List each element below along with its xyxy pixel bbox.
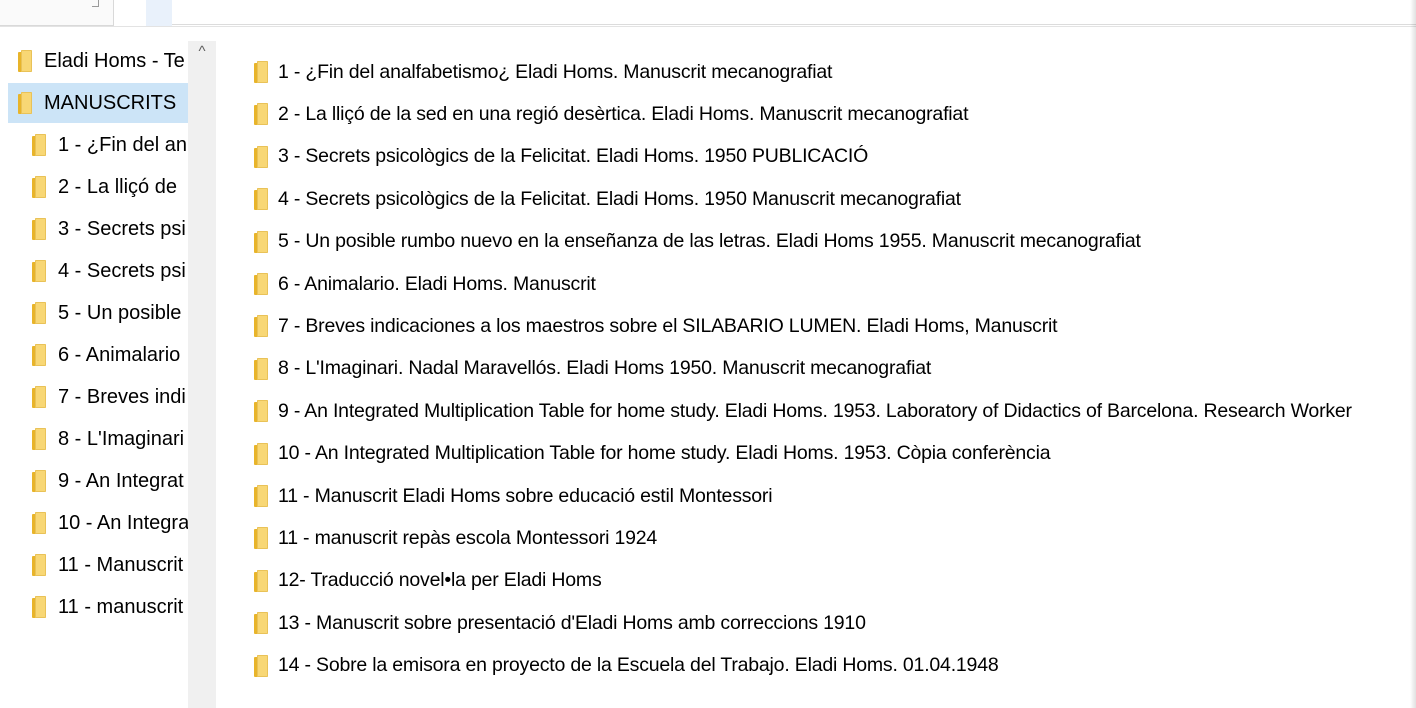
folder-icon — [254, 230, 268, 253]
nav-item[interactable]: 10 - An Integra — [8, 503, 188, 543]
nav-item[interactable]: 11 - Manuscrit — [8, 545, 188, 585]
folder-item[interactable]: 5 - Un posible rumbo nuevo en la enseñan… — [254, 224, 1141, 260]
nav-item-label: MANUSCRITS — [44, 91, 177, 114]
nav-item[interactable]: 7 - Breves indi — [8, 377, 188, 417]
folder-name: 6 - Animalario. Eladi Homs. Manuscrit — [278, 272, 596, 295]
nav-item[interactable]: Eladi Homs - Te — [8, 41, 188, 81]
folder-item[interactable]: 12- Traducció novel•la per Eladi Homs — [254, 563, 602, 599]
folder-icon — [32, 470, 46, 492]
folder-icon — [254, 357, 268, 380]
folder-icon — [32, 218, 46, 240]
folder-icon — [32, 386, 46, 408]
folder-icon — [32, 344, 46, 366]
tab-edge[interactable] — [0, 0, 114, 26]
folder-icon — [32, 134, 46, 156]
folder-item[interactable]: 7 - Breves indicaciones a los maestros s… — [254, 308, 1058, 344]
folder-item[interactable]: 1 - ¿Fin del analfabetismo¿ Eladi Homs. … — [254, 54, 832, 90]
tab-corner-mark — [92, 0, 99, 7]
folder-item[interactable]: 13 - Manuscrit sobre presentació d'Eladi… — [254, 605, 866, 641]
folder-name: 11 - manuscrit repàs escola Montessori 1… — [278, 526, 658, 549]
nav-item-label: 5 - Un posible — [58, 301, 182, 324]
folder-name: 10 - An Integrated Multiplication Table … — [278, 442, 1051, 465]
nav-item[interactable]: 9 - An Integrat — [8, 461, 188, 501]
nav-item-label: 7 - Breves indi — [58, 385, 186, 408]
folder-name: 9 - An Integrated Multiplication Table f… — [278, 399, 1352, 422]
nav-item-label: 6 - Animalario — [58, 343, 181, 366]
folder-item[interactable]: 10 - An Integrated Multiplication Table … — [254, 436, 1051, 472]
folder-name: 4 - Secrets psicològics de la Felicitat.… — [278, 187, 961, 210]
folder-item[interactable]: 14 - Sobre la emisora en proyecto de la … — [254, 648, 999, 684]
address-chip[interactable] — [146, 0, 172, 26]
folder-icon — [32, 260, 46, 282]
folder-item[interactable]: 4 - Secrets psicològics de la Felicitat.… — [254, 181, 961, 217]
nav-item-label: Eladi Homs - Te — [44, 49, 185, 72]
nav-item-label: 4 - Secrets psi — [58, 259, 186, 282]
folder-item[interactable]: 6 - Animalario. Eladi Homs. Manuscrit — [254, 266, 596, 302]
folder-icon — [254, 654, 268, 677]
nav-item[interactable]: 5 - Un posible — [8, 293, 188, 333]
nav-item[interactable]: 2 - La lliçó de — [8, 167, 188, 207]
nav-item-label: 9 - An Integrat — [58, 469, 184, 492]
nav-item-label: 8 - L'Imaginari — [58, 427, 185, 450]
folder-item[interactable]: 2 - La lliçó de la sed en una regió desè… — [254, 96, 968, 132]
folder-name: 3 - Secrets psicològics de la Felicitat.… — [278, 145, 869, 168]
folder-icon — [18, 92, 32, 114]
folder-name: 14 - Sobre la emisora en proyecto de la … — [278, 654, 999, 677]
folder-name: 7 - Breves indicaciones a los maestros s… — [278, 314, 1058, 337]
nav-item[interactable]: MANUSCRITS — [8, 83, 188, 123]
window-edge-shadow — [1410, 0, 1416, 708]
folder-item[interactable]: 11 - manuscrit repàs escola Montessori 1… — [254, 520, 657, 556]
folder-icon — [32, 512, 46, 534]
nav-item-label: 11 - Manuscrit — [58, 553, 184, 576]
folder-icon — [254, 273, 268, 295]
folder-icon — [32, 596, 46, 618]
folder-icon — [32, 302, 46, 324]
folder-icon — [254, 442, 268, 465]
folder-icon — [18, 50, 32, 72]
folder-icon — [254, 103, 268, 126]
folder-item[interactable]: 3 - Secrets psicològics de la Felicitat.… — [254, 139, 868, 175]
folder-name: 13 - Manuscrit sobre presentació d'Eladi… — [278, 611, 866, 634]
folder-icon — [32, 176, 46, 198]
folder-name: 12- Traducció novel•la per Eladi Homs — [278, 569, 602, 592]
toolbar-divider — [172, 24, 1416, 25]
folder-icon — [32, 428, 46, 450]
nav-item-label: 2 - La lliçó de — [58, 175, 177, 198]
folder-name: 5 - Un posible rumbo nuevo en la enseñan… — [278, 230, 1141, 253]
nav-item-label: 1 - ¿Fin del an — [58, 133, 187, 156]
folder-name: 11 - Manuscrit Eladi Homs sobre educació… — [278, 484, 773, 507]
folder-name: 8 - L'Imaginari. Nadal Maravellós. Eladi… — [278, 357, 932, 380]
scroll-up-arrow-icon[interactable]: ^ — [193, 43, 211, 61]
folder-icon — [254, 612, 268, 635]
folder-item[interactable]: 8 - L'Imaginari. Nadal Maravellós. Eladi… — [254, 351, 931, 387]
folder-icon — [254, 315, 268, 338]
folder-icon — [254, 485, 268, 507]
nav-item[interactable]: 3 - Secrets psi — [8, 209, 188, 249]
folder-icon — [32, 554, 46, 576]
title-strip — [0, 0, 1416, 27]
folder-item[interactable]: 11 - Manuscrit Eladi Homs sobre educació… — [254, 478, 773, 514]
file-list: 1 - ¿Fin del analfabetismo¿ Eladi Homs. … — [216, 27, 1416, 708]
nav-item-label: 10 - An Integra — [58, 511, 188, 534]
folder-icon — [254, 400, 268, 423]
nav-item[interactable]: 1 - ¿Fin del an — [8, 125, 188, 165]
navigation-pane: Eladi Homs - Te MANUSCRITS 1 - ¿Fin del an… — [0, 27, 216, 708]
nav-item-label: 11 - manuscrit — [58, 595, 184, 618]
folder-name: 2 - La lliçó de la sed en una regió desè… — [278, 102, 969, 125]
nav-item[interactable]: 4 - Secrets psi — [8, 251, 188, 291]
nav-item[interactable]: 8 - L'Imaginari — [8, 419, 188, 459]
folder-icon — [254, 188, 268, 211]
nav-item-label: 3 - Secrets psi — [58, 217, 186, 240]
folder-name: 1 - ¿Fin del analfabetismo¿ Eladi Homs. … — [278, 60, 833, 83]
folder-icon — [254, 569, 268, 592]
folder-icon — [254, 61, 268, 83]
nav-item[interactable]: 11 - manuscrit — [8, 587, 188, 627]
nav-item[interactable]: 6 - Animalario — [8, 335, 188, 375]
nav-scrollbar[interactable] — [188, 41, 216, 708]
folder-item[interactable]: 9 - An Integrated Multiplication Table f… — [254, 393, 1352, 429]
folder-icon — [254, 527, 268, 550]
folder-icon — [254, 145, 268, 168]
